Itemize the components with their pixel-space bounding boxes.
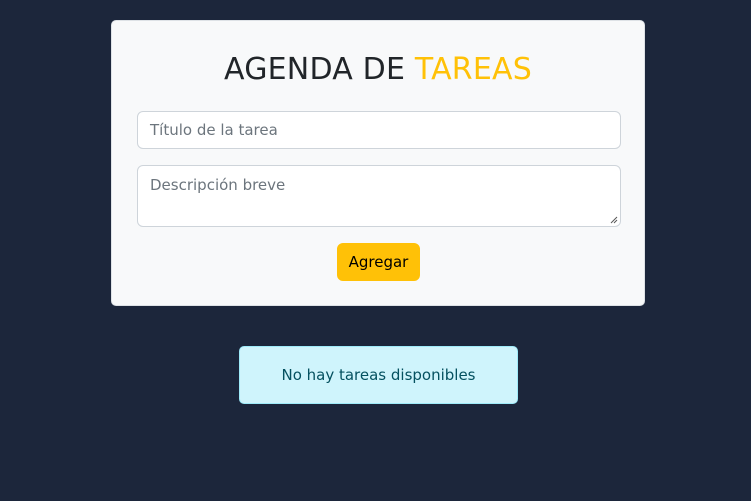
task-form-card: AGENDA DE TAREAS Título de la tarea Desc…: [111, 20, 645, 306]
task-description-placeholder: Descripción breve: [150, 176, 286, 194]
page-title-main: AGENDA DE: [224, 52, 406, 87]
textarea-resize-icon[interactable]: [610, 216, 618, 224]
add-task-button[interactable]: Agregar: [337, 243, 420, 281]
task-title-input[interactable]: Título de la tarea: [137, 111, 621, 149]
task-description-textarea[interactable]: Descripción breve: [137, 165, 621, 227]
empty-tasks-alert: No hay tareas disponibles: [239, 346, 518, 404]
page-title-accent: TAREAS: [414, 52, 532, 87]
task-title-placeholder: Título de la tarea: [150, 121, 278, 139]
page-title: AGENDA DE TAREAS: [112, 51, 644, 89]
